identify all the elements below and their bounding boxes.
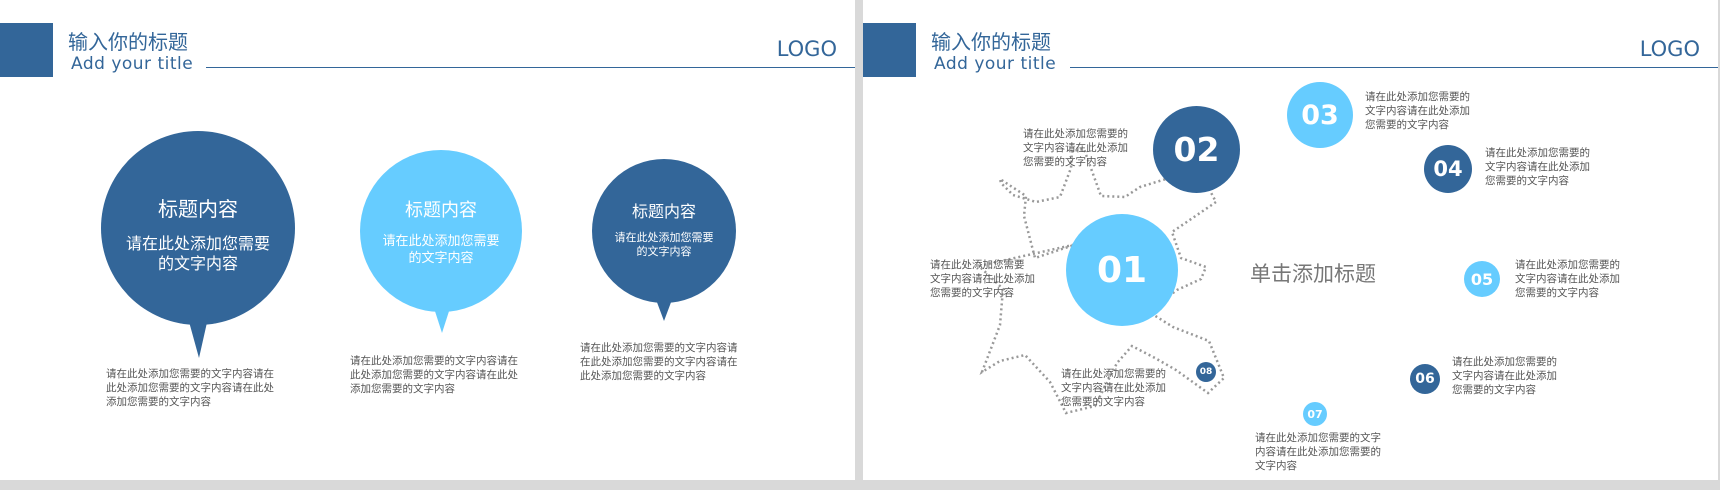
node-text-line: 文字内容 xyxy=(1255,460,1297,472)
node-06-text[interactable]: 请在此处添加您需要的 文字内容请在此处添加 您需要的文字内容 xyxy=(1452,355,1557,397)
node-text-line: 请在此处添加您需要的 xyxy=(1485,147,1590,159)
caption-line: 在此处添加您需要的文字内容请在 xyxy=(580,356,738,368)
node-text-line: 您需要的文字内容 xyxy=(1023,156,1107,168)
node-08[interactable]: 08 xyxy=(1196,362,1216,382)
node-01-text[interactable]: 请在此处添加您需要 文字内容请在此处添加 您需要的文字内容 xyxy=(930,258,1035,300)
node-text-line: 请在此处添加您需要的文字 xyxy=(1255,432,1381,444)
node-text-line: 请在此处添加您需要的 xyxy=(1061,368,1166,380)
node-text-line: 您需要的文字内容 xyxy=(1452,384,1536,396)
node-03[interactable]: 03 xyxy=(1287,82,1353,148)
node-07[interactable]: 07 xyxy=(1303,402,1327,426)
node-04[interactable]: 04 xyxy=(1424,145,1472,193)
node-06[interactable]: 06 xyxy=(1410,364,1440,394)
slide-left: 输入你的标题 Add your title LOGO 标题内容 请在此处添加您需… xyxy=(0,0,855,480)
slide-right: 输入你的标题 Add your title LOGO 单击添加标题 01 02 … xyxy=(863,0,1718,480)
bubble-1[interactable]: 标题内容 请在此处添加您需要 的文字内容 xyxy=(101,131,295,325)
caption-line: 请在此处添加您需要的文字内容请在 xyxy=(350,355,518,367)
node-text-line: 请在此处添加您需要的 xyxy=(1023,128,1128,140)
node-text-line: 文字内容请在此处添加 xyxy=(1023,142,1128,154)
caption-line: 此处添加您需要的文字内容 xyxy=(580,370,706,382)
node-text-line: 您需要的文字内容 xyxy=(1485,175,1569,187)
node-text-line: 您需要的文字内容 xyxy=(1515,287,1599,299)
node-text-line: 文字内容请在此处添加 xyxy=(1515,273,1620,285)
node-text-line: 您需要的文字内容 xyxy=(930,287,1014,299)
bubble-3[interactable]: 标题内容 请在此处添加您需要 的文字内容 xyxy=(592,159,736,303)
node-text-line: 您需要的文字内容 xyxy=(1365,119,1449,131)
node-text-line: 您需要的文字内容 xyxy=(1061,396,1145,408)
node-03-text[interactable]: 请在此处添加您需要的 文字内容请在此处添加 您需要的文字内容 xyxy=(1365,90,1470,132)
node-text-line: 文字内容请在此处添加 xyxy=(1485,161,1590,173)
bubble-1-body-line2: 的文字内容 xyxy=(157,254,238,273)
bubble-2-title: 标题内容 xyxy=(405,200,477,221)
node-05-text[interactable]: 请在此处添加您需要的 文字内容请在此处添加 您需要的文字内容 xyxy=(1515,258,1620,300)
bubble-3-title: 标题内容 xyxy=(631,202,696,221)
bubble-2-body-line2: 的文字内容 xyxy=(408,251,474,266)
caption-line: 请在此处添加您需要的文字内容请 xyxy=(580,342,738,354)
node-07-text[interactable]: 请在此处添加您需要的文字 内容请在此处添加您需要的 文字内容 xyxy=(1255,431,1381,473)
center-title[interactable]: 单击添加标题 xyxy=(1250,258,1376,288)
node-text-line: 文字内容请在此处添加 xyxy=(930,273,1035,285)
bubble-3-caption[interactable]: 请在此处添加您需要的文字内容请 在此处添加您需要的文字内容请在 此处添加您需要的… xyxy=(580,341,738,383)
caption-line: 请在此处添加您需要的文字内容请在 xyxy=(106,368,274,380)
node-02[interactable]: 02 xyxy=(1153,106,1240,193)
caption-line: 添加您需要的文字内容 xyxy=(350,383,455,395)
node-02-text[interactable]: 请在此处添加您需要的 文字内容请在此处添加 您需要的文字内容 xyxy=(1023,127,1128,169)
node-text-line: 请在此处添加您需要的 xyxy=(1515,259,1620,271)
caption-line: 添加您需要的文字内容 xyxy=(106,396,211,408)
bubble-3-body-line2: 的文字内容 xyxy=(636,245,692,258)
node-text-line: 请在此处添加您需要的 xyxy=(1452,356,1557,368)
caption-line: 此处添加您需要的文字内容请在此处 xyxy=(106,382,274,394)
node-text-line: 文字内容请在此处添加 xyxy=(1452,370,1557,382)
node-text-line: 文字内容请在此处添加 xyxy=(1365,105,1470,117)
caption-line: 此处添加您需要的文字内容请在此处 xyxy=(350,369,518,381)
bubble-1-caption[interactable]: 请在此处添加您需要的文字内容请在 此处添加您需要的文字内容请在此处 添加您需要的… xyxy=(106,367,274,409)
node-text-line: 文字内容请在此处添加 xyxy=(1061,382,1166,394)
bubble-2[interactable]: 标题内容 请在此处添加您需要 的文字内容 xyxy=(360,150,522,312)
bubble-2-caption[interactable]: 请在此处添加您需要的文字内容请在 此处添加您需要的文字内容请在此处 添加您需要的… xyxy=(350,354,518,396)
node-01[interactable]: 01 xyxy=(1066,214,1178,326)
node-08-text[interactable]: 请在此处添加您需要的 文字内容请在此处添加 您需要的文字内容 xyxy=(1061,367,1166,409)
bubble-1-title: 标题内容 xyxy=(158,197,238,221)
node-text-line: 请在此处添加您需要的 xyxy=(1365,91,1470,103)
node-text-line: 内容请在此处添加您需要的 xyxy=(1255,446,1381,458)
node-05[interactable]: 05 xyxy=(1464,261,1500,297)
node-04-text[interactable]: 请在此处添加您需要的 文字内容请在此处添加 您需要的文字内容 xyxy=(1485,146,1590,188)
node-text-line: 请在此处添加您需要 xyxy=(930,259,1025,271)
star-outline xyxy=(976,147,1226,415)
